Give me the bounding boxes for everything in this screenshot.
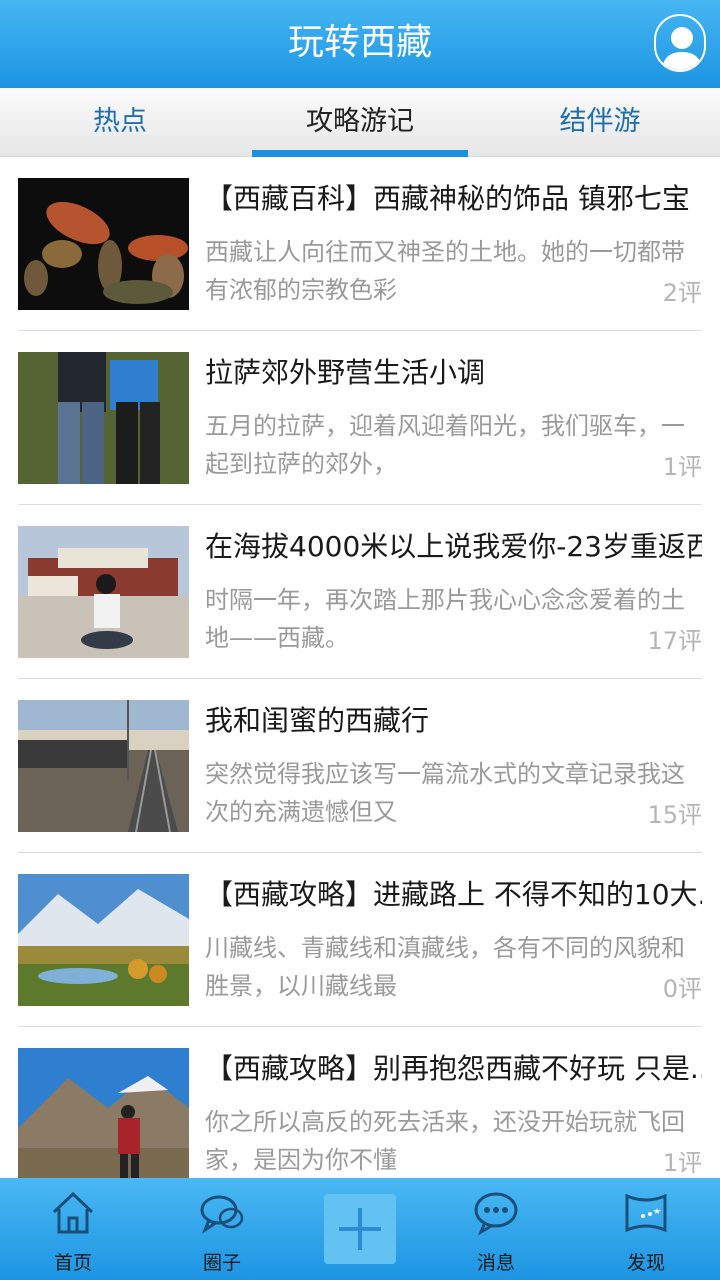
- add-post-button[interactable]: [324, 1194, 396, 1264]
- tab-guides[interactable]: 攻略游记: [240, 88, 480, 157]
- article-title: 我和闺蜜的西藏行: [205, 704, 430, 737]
- article-summary: 突然觉得我应该写一篇流水式的文章记录我这次的充满遗憾但又: [205, 760, 685, 826]
- article-thumbnail: [18, 700, 189, 832]
- article-summary: 五月的拉萨，迎着风迎着阳光，我们驱车，一起到拉萨的郊外，: [205, 412, 685, 478]
- article-summary: 西藏让人向往而又神圣的土地。她的一切都带有浓郁的宗教色彩: [205, 238, 685, 304]
- comment-count: 15评: [647, 801, 702, 829]
- article-title: 【西藏百科】西藏神秘的饰品 镇邪七宝: [205, 182, 690, 215]
- list-item[interactable]: 拉萨郊外野营生活小调 五月的拉萨，迎着风迎着阳光，我们驱车，一起到拉萨的郊外， …: [18, 331, 702, 505]
- article-thumbnail: [18, 178, 189, 310]
- article-title: 【西藏攻略】进藏路上 不得不知的10大..: [205, 878, 702, 911]
- comment-count: 1评: [662, 1149, 702, 1177]
- nav-home-label: 首页: [53, 1252, 92, 1274]
- comment-count: 17评: [647, 627, 702, 655]
- nav-circle-label: 圈子: [202, 1252, 241, 1274]
- app-title: 玩转西藏: [287, 22, 432, 63]
- active-tab-indicator: [252, 150, 468, 157]
- nav-discover-label: 发现: [626, 1252, 665, 1274]
- article-thumbnail: [18, 874, 189, 1006]
- article-summary: 川藏线、青藏线和滇藏线，各有不同的风貌和胜景，以川藏线最: [205, 934, 685, 1000]
- list-item[interactable]: 在海拔4000米以上说我爱你-23岁重返西.. 时隔一年，再次踏上那片我心心念念…: [18, 505, 702, 679]
- article-title: 在海拔4000米以上说我爱你-23岁重返西..: [205, 530, 702, 563]
- home-icon: [50, 1190, 96, 1236]
- article-thumbnail: [18, 1048, 189, 1178]
- article-summary: 时隔一年，再次踏上那片我心心念念爱着的土地——西藏。: [205, 586, 685, 652]
- comment-count: 0评: [662, 975, 702, 1003]
- comment-count: 2评: [662, 279, 702, 307]
- nav-messages[interactable]: 消息: [446, 1178, 546, 1280]
- message-icon: [473, 1190, 519, 1236]
- tab-companions[interactable]: 结伴游: [480, 88, 720, 157]
- user-avatar-icon[interactable]: [654, 14, 706, 72]
- app-header: 玩转西藏: [0, 0, 720, 88]
- list-item[interactable]: 【西藏百科】西藏神秘的饰品 镇邪七宝 西藏让人向往而又神圣的土地。她的一切都带有…: [18, 157, 702, 331]
- article-title: 【西藏攻略】别再抱怨西藏不好玩 只是..: [205, 1052, 702, 1085]
- map-icon: [623, 1190, 669, 1236]
- comment-count: 1评: [662, 453, 702, 481]
- nav-home[interactable]: 首页: [23, 1178, 123, 1280]
- list-item[interactable]: 【西藏攻略】进藏路上 不得不知的10大.. 川藏线、青藏线和滇藏线，各有不同的风…: [18, 853, 702, 1027]
- nav-messages-label: 消息: [476, 1252, 515, 1274]
- category-tabs: 热点 攻略游记 结伴游: [0, 88, 720, 157]
- chat-bubbles-icon: [199, 1190, 245, 1236]
- article-thumbnail: [18, 352, 189, 484]
- nav-discover[interactable]: 发现: [596, 1178, 696, 1280]
- nav-circle[interactable]: 圈子: [172, 1178, 272, 1280]
- article-list: 【西藏百科】西藏神秘的饰品 镇邪七宝 西藏让人向往而又神圣的土地。她的一切都带有…: [0, 157, 720, 1178]
- tab-hot[interactable]: 热点: [0, 88, 240, 157]
- article-thumbnail: [18, 526, 189, 658]
- article-title: 拉萨郊外野营生活小调: [205, 356, 486, 389]
- list-item[interactable]: 我和闺蜜的西藏行 突然觉得我应该写一篇流水式的文章记录我这次的充满遗憾但又 15…: [18, 679, 702, 853]
- article-summary: 你之所以高反的死去活来，还没开始玩就飞回家，是因为你不懂: [205, 1108, 685, 1174]
- plus-icon: [339, 1208, 381, 1250]
- list-item[interactable]: 【西藏攻略】别再抱怨西藏不好玩 只是.. 你之所以高反的死去活来，还没开始玩就飞…: [18, 1027, 702, 1178]
